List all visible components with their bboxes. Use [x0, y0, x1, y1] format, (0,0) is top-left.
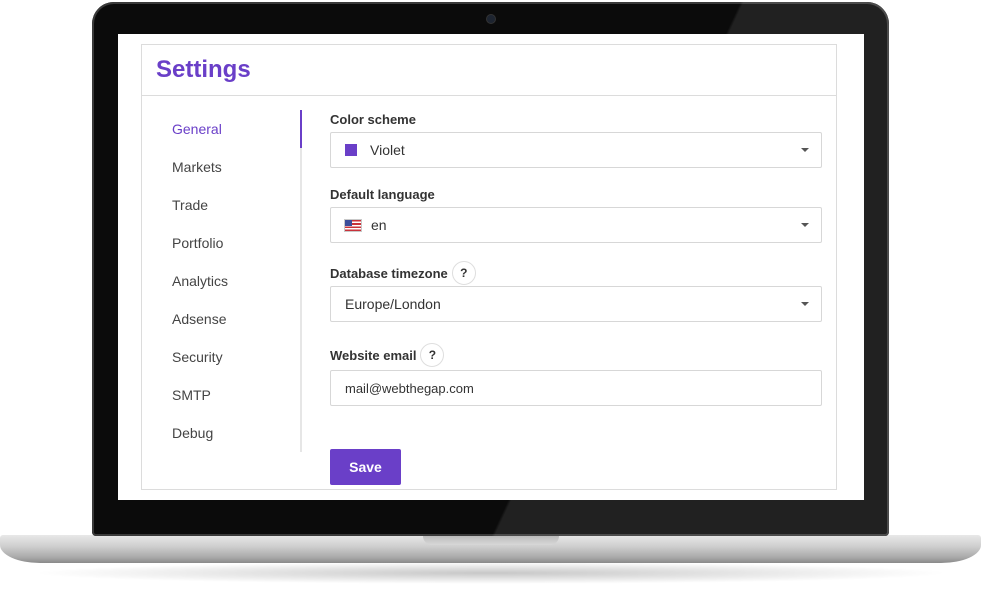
laptop-notch — [423, 535, 559, 545]
sidebar-item-trade[interactable]: Trade — [172, 186, 228, 224]
default-language-select[interactable]: en — [330, 207, 822, 243]
database-timezone-label-row: Database timezone ? — [330, 256, 822, 290]
chevron-down-icon — [801, 302, 809, 306]
website-email-field: Website email ? — [330, 338, 822, 406]
website-email-label-row: Website email ? — [330, 338, 822, 372]
page-title: Settings — [156, 56, 251, 83]
settings-sidebar: General Markets Trade Portfolio Analytic… — [142, 96, 302, 488]
database-timezone-select[interactable]: Europe/London — [330, 286, 822, 322]
default-language-field: Default language en — [330, 181, 822, 243]
help-icon[interactable]: ? — [420, 343, 445, 367]
default-language-value: en — [371, 217, 387, 233]
sidebar-nav: General Markets Trade Portfolio Analytic… — [172, 110, 228, 452]
sidebar-item-adsense[interactable]: Adsense — [172, 300, 228, 338]
sidebar-item-markets[interactable]: Markets — [172, 148, 228, 186]
screen: Settings General Markets Trade Portfolio… — [118, 34, 864, 500]
panel-header: Settings — [142, 45, 836, 96]
sidebar-item-portfolio[interactable]: Portfolio — [172, 224, 228, 262]
us-flag-icon — [345, 219, 361, 231]
save-button[interactable]: Save — [330, 449, 401, 485]
sidebar-item-general[interactable]: General — [172, 110, 228, 148]
active-indicator — [300, 110, 302, 148]
camera-icon — [487, 15, 495, 23]
database-timezone-label: Database timezone — [330, 265, 448, 281]
database-timezone-field: Database timezone ? Europe/London — [330, 256, 822, 322]
database-timezone-value: Europe/London — [345, 296, 441, 312]
help-icon[interactable]: ? — [451, 261, 476, 285]
sidebar-item-smtp[interactable]: SMTP — [172, 376, 228, 414]
color-scheme-label: Color scheme — [330, 111, 416, 127]
color-scheme-field: Color scheme Violet — [330, 106, 822, 168]
sidebar-item-debug[interactable]: Debug — [172, 414, 228, 452]
sidebar-divider — [300, 110, 302, 452]
website-email-label: Website email — [330, 347, 417, 363]
default-language-label: Default language — [330, 186, 435, 202]
color-scheme-select[interactable]: Violet — [330, 132, 822, 168]
website-email-input[interactable] — [330, 370, 822, 406]
chevron-down-icon — [801, 148, 809, 152]
sidebar-item-security[interactable]: Security — [172, 338, 228, 376]
chevron-down-icon — [801, 223, 809, 227]
color-swatch-icon — [345, 144, 357, 156]
sidebar-item-analytics[interactable]: Analytics — [172, 262, 228, 300]
color-scheme-value: Violet — [370, 142, 405, 158]
laptop-shadow — [30, 562, 951, 584]
settings-panel: Settings General Markets Trade Portfolio… — [141, 44, 837, 490]
